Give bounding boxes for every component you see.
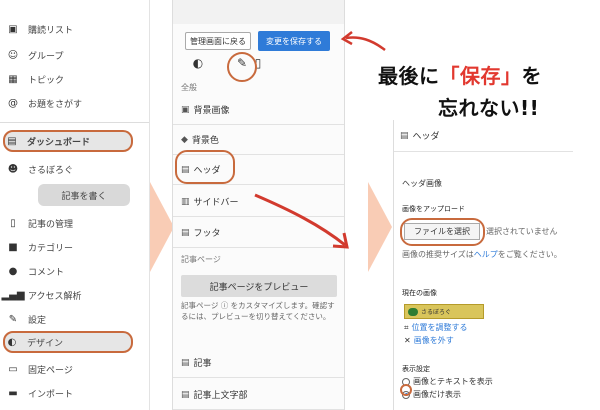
help-link[interactable]: ヘルプ (474, 250, 498, 259)
arrow-to-header-panel-icon (254, 193, 346, 247)
highlight-circle (400, 384, 412, 396)
file-status-text: 選択されていません (486, 227, 558, 236)
annotation-line-2: 忘れない!! (438, 96, 540, 120)
radio-image-and-text[interactable]: 画像とテキストを表示 (402, 376, 493, 387)
adjust-position-link[interactable]: ⌗ 位置を調整する (404, 322, 468, 333)
crop-icon: ⌗ (404, 322, 409, 332)
remove-image-link[interactable]: ✕ 画像を外す (404, 335, 454, 346)
close-icon: ✕ (404, 336, 411, 345)
upload-label: 画像をアップロード (402, 205, 465, 213)
header-settings-panel: ▤ ヘッダ ヘッダ画像 画像をアップロード ファイルを選択 選択されていません 画… (393, 120, 573, 410)
highlight-circle (400, 218, 485, 246)
header-thumbnail: さるぼろぐ (404, 304, 484, 319)
current-image-label: 現在の画像 (402, 289, 437, 297)
size-help-text: 画像の推奨サイズはヘルプをご覧ください。 (402, 250, 562, 259)
leaf-icon (408, 307, 418, 316)
header-section-title[interactable]: ▤ ヘッダ (394, 120, 573, 152)
header-icon: ▤ (400, 130, 409, 141)
annotation-line-1: 最後に「保存」を (378, 64, 542, 88)
header-image-label: ヘッダ画像 (402, 179, 442, 188)
display-settings-label: 表示設定 (402, 365, 430, 373)
